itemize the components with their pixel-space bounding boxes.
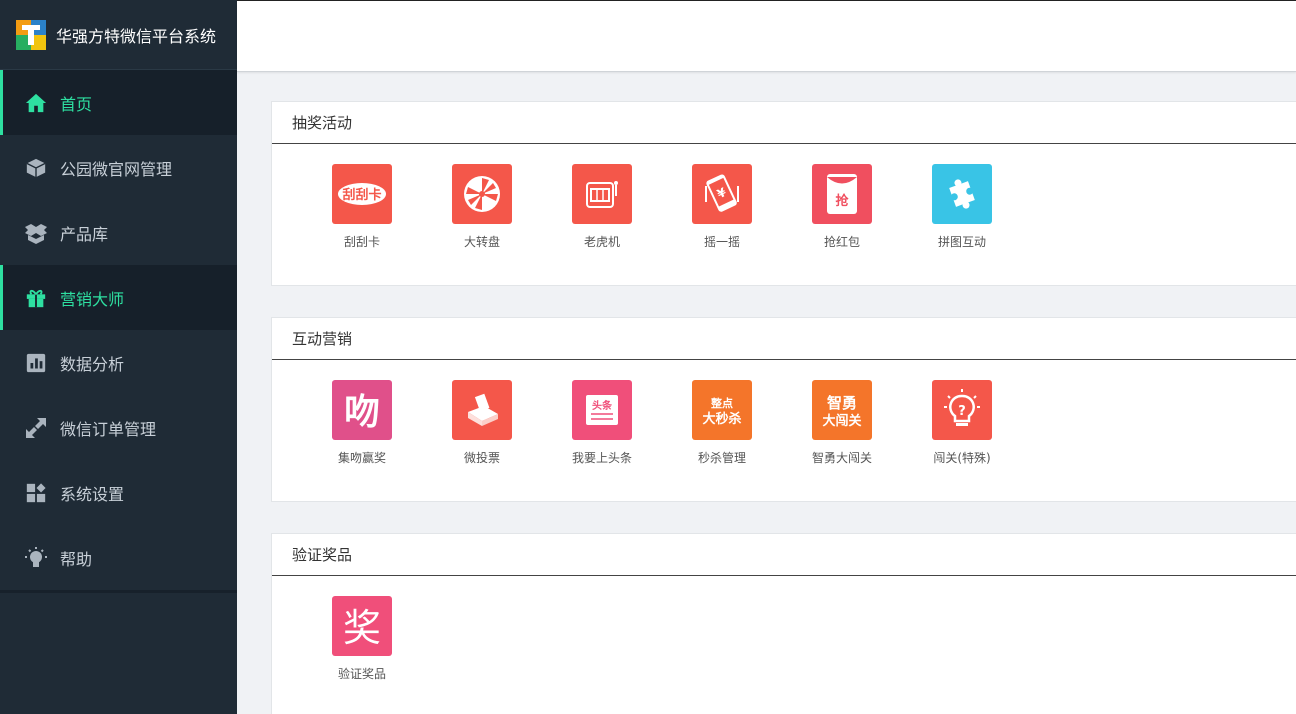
top-header-bar [237, 0, 1296, 72]
main-content: 抽奖活动 刮刮卡 刮刮卡 大转盘 老虎机 ¥ 摇一摇 抢 抢红包 拼图互动 互动… [271, 101, 1296, 714]
kiss-icon: 吻 [332, 380, 392, 440]
app-label: 秒杀管理 [697, 451, 746, 465]
app-shake[interactable]: ¥ 摇一摇 [662, 164, 782, 285]
app-scratch-card[interactable]: 刮刮卡 刮刮卡 [302, 164, 422, 285]
lightbulb-icon [24, 546, 48, 570]
wheel-icon [452, 164, 512, 224]
svg-text:刮刮卡: 刮刮卡 [342, 187, 381, 203]
app-label: 拼图互动 [937, 235, 986, 249]
app-label: 智勇大闯关 [811, 451, 872, 465]
app-label: 验证奖品 [337, 667, 386, 681]
sidebar-item-analytics[interactable]: 数据分析 [0, 330, 237, 395]
panel-interactive-marketing: 互动营销 吻 集吻赢奖 微投票 头条 我要上头条 整点 大秒杀 秒杀管理 智勇 … [271, 317, 1296, 502]
ballot-box-icon [452, 380, 512, 440]
sidebar-item-help[interactable]: 帮助 [0, 525, 237, 590]
puzzle-icon [932, 164, 992, 224]
app-vote[interactable]: 微投票 [422, 380, 542, 501]
cube-icon [24, 156, 48, 180]
prize-icon: 奖 [332, 596, 392, 656]
svg-text:大秒杀: 大秒杀 [702, 411, 741, 427]
sidebar-item-home[interactable]: 首页 [0, 70, 237, 135]
arrows-icon [24, 416, 48, 440]
panel-title: 验证奖品 [272, 534, 1296, 576]
app-challenge-special[interactable]: ? 闯关(特殊) [902, 380, 1022, 501]
home-icon [24, 91, 48, 115]
sidebar-item-orders[interactable]: 微信订单管理 [0, 395, 237, 460]
sidebar-item-label: 首页 [60, 94, 93, 114]
app-label: 抢红包 [823, 235, 860, 249]
app-label: 集吻赢奖 [337, 451, 386, 465]
app-challenge[interactable]: 智勇 大闯关 智勇大闯关 [782, 380, 902, 501]
widgets-icon [24, 481, 48, 505]
svg-text:智勇: 智勇 [827, 394, 857, 412]
app-label: 我要上头条 [571, 451, 632, 465]
sidebar-item-label: 微信订单管理 [60, 419, 157, 439]
flash-sale-icon: 整点 大秒杀 [692, 380, 752, 440]
svg-text:奖: 奖 [343, 606, 381, 650]
sidebar-item-label: 公园微官网管理 [60, 159, 173, 179]
sidebar-item-label: 产品库 [60, 224, 109, 244]
scratch-card-icon: 刮刮卡 [332, 164, 392, 224]
slot-machine-icon [572, 164, 632, 224]
brand-logo-icon [16, 19, 46, 50]
svg-text:抢: 抢 [835, 193, 849, 209]
app-grid: 奖 验证奖品 [272, 576, 1296, 714]
sidebar-item-marketing[interactable]: 营销大师 [0, 265, 237, 330]
app-label: 微投票 [463, 451, 500, 465]
app-grid: 吻 集吻赢奖 微投票 头条 我要上头条 整点 大秒杀 秒杀管理 智勇 大闯关 智… [272, 360, 1296, 501]
svg-text:大闯关: 大闯关 [822, 413, 861, 429]
app-red-packet[interactable]: 抢 抢红包 [782, 164, 902, 285]
svg-text:整点: 整点 [710, 396, 733, 410]
app-verify-prize[interactable]: 奖 验证奖品 [302, 596, 422, 714]
svg-text:?: ? [958, 404, 966, 419]
svg-text:头条: 头条 [592, 399, 613, 412]
panel-title: 抽奖活动 [272, 102, 1296, 144]
headline-icon: 头条 [572, 380, 632, 440]
lightbulb-question-icon: ? [932, 380, 992, 440]
app-headline[interactable]: 头条 我要上头条 [542, 380, 662, 501]
sidebar-item-label: 系统设置 [60, 484, 125, 504]
app-label: 老虎机 [583, 235, 620, 249]
shake-phone-icon: ¥ [692, 164, 752, 224]
bar-chart-icon [24, 351, 48, 375]
boxes-icon [24, 221, 48, 245]
app-kiss[interactable]: 吻 集吻赢奖 [302, 380, 422, 501]
app-wheel[interactable]: 大转盘 [422, 164, 542, 285]
sidebar-item-settings[interactable]: 系统设置 [0, 460, 237, 525]
sidebar: 华强方特微信平台系统 首页 公园微官网管理 产品库 营销大师 数据分析 微信订单… [0, 0, 237, 714]
svg-text:吻: 吻 [344, 392, 380, 432]
sidebar-item-label: 帮助 [60, 549, 93, 569]
panel-title: 互动营销 [272, 318, 1296, 360]
panel-verify-prize: 验证奖品 奖 验证奖品 [271, 533, 1296, 714]
gift-icon [24, 286, 48, 310]
app-slot-machine[interactable]: 老虎机 [542, 164, 662, 285]
red-packet-icon: 抢 [812, 164, 872, 224]
sidebar-divider [0, 590, 237, 593]
panel-lottery: 抽奖活动 刮刮卡 刮刮卡 大转盘 老虎机 ¥ 摇一摇 抢 抢红包 拼图互动 [271, 101, 1296, 286]
challenge-icon: 智勇 大闯关 [812, 380, 872, 440]
sidebar-item-park-site[interactable]: 公园微官网管理 [0, 135, 237, 200]
app-label: 刮刮卡 [343, 235, 380, 249]
sidebar-nav: 首页 公园微官网管理 产品库 营销大师 数据分析 微信订单管理 系统设置 帮助 [0, 70, 237, 590]
sidebar-item-label: 营销大师 [60, 289, 125, 309]
sidebar-item-label: 数据分析 [60, 354, 125, 374]
brand-header: 华强方特微信平台系统 [0, 0, 237, 70]
app-grid: 刮刮卡 刮刮卡 大转盘 老虎机 ¥ 摇一摇 抢 抢红包 拼图互动 [272, 144, 1296, 285]
app-label: 闯关(特殊) [933, 451, 991, 465]
app-label: 大转盘 [463, 235, 500, 249]
brand-title: 华强方特微信平台系统 [56, 26, 217, 46]
app-flash-sale[interactable]: 整点 大秒杀 秒杀管理 [662, 380, 782, 501]
sidebar-item-products[interactable]: 产品库 [0, 200, 237, 265]
app-puzzle[interactable]: 拼图互动 [902, 164, 1022, 285]
app-label: 摇一摇 [703, 235, 740, 249]
